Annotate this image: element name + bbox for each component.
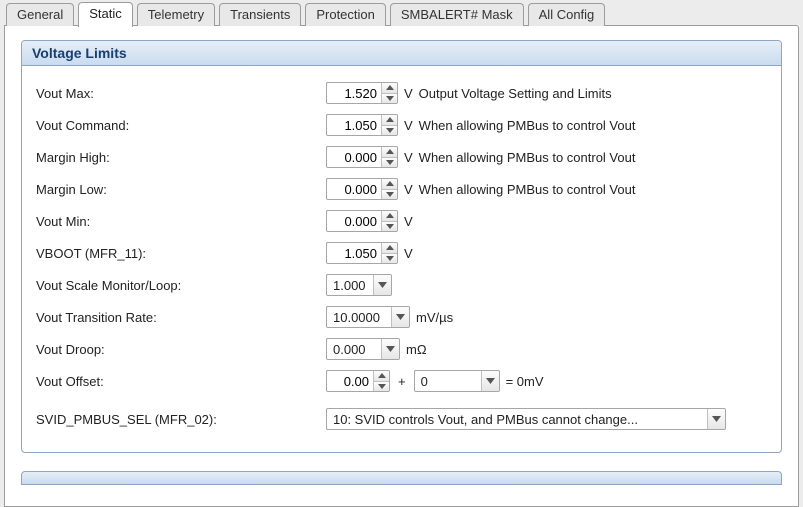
vout-min-unit: V	[404, 214, 413, 229]
margin-low-desc: When allowing PMBus to control Vout	[419, 182, 636, 197]
vboot-input[interactable]	[327, 243, 381, 263]
row-vout-command: Vout Command: V When allowing PMBus to c…	[36, 110, 767, 140]
label-transition-rate: Vout Transition Rate:	[36, 310, 326, 325]
tab-all-config[interactable]: All Config	[528, 3, 606, 26]
vout-command-input[interactable]	[327, 115, 381, 135]
vboot-down[interactable]	[382, 254, 397, 264]
offset-plus: +	[396, 374, 408, 389]
vout-command-unit: V	[404, 118, 413, 133]
tabstrip: General Static Telemetry Transients Prot…	[0, 0, 803, 26]
offset-a-down[interactable]	[374, 382, 389, 392]
offset-a-up[interactable]	[374, 371, 389, 382]
margin-low-up[interactable]	[382, 179, 397, 190]
tab-telemetry[interactable]: Telemetry	[137, 3, 215, 26]
label-margin-low: Margin Low:	[36, 182, 326, 197]
margin-high-up[interactable]	[382, 147, 397, 158]
vout-min-down[interactable]	[382, 222, 397, 232]
offset-b-dropdown-btn[interactable]	[481, 371, 499, 391]
label-vout-command: Vout Command:	[36, 118, 326, 133]
label-margin-high: Margin High:	[36, 150, 326, 165]
label-vboot: VBOOT (MFR_11):	[36, 246, 326, 261]
droop-value: 0.000	[327, 339, 381, 359]
margin-high-input[interactable]	[327, 147, 381, 167]
trate-value: 10.0000	[327, 307, 391, 327]
margin-low-input[interactable]	[327, 179, 381, 199]
group-title: Voltage Limits	[22, 41, 781, 66]
tab-smbalert-mask[interactable]: SMBALERT# Mask	[390, 3, 524, 26]
row-svid: SVID_PMBUS_SEL (MFR_02): 10: SVID contro…	[36, 404, 767, 434]
vboot-stepper[interactable]	[326, 242, 398, 264]
row-margin-high: Margin High: V When allowing PMBus to co…	[36, 142, 767, 172]
margin-low-unit: V	[404, 182, 413, 197]
tab-protection[interactable]: Protection	[305, 3, 386, 26]
group-body: Vout Max: V Output Voltage Setting and L…	[22, 66, 781, 452]
vboot-up[interactable]	[382, 243, 397, 254]
offset-a-stepper[interactable]	[326, 370, 390, 392]
row-scale: Vout Scale Monitor/Loop: 1.000	[36, 270, 767, 300]
vout-max-input[interactable]	[327, 83, 381, 103]
row-vout-min: Vout Min: V	[36, 206, 767, 236]
vout-command-desc: When allowing PMBus to control Vout	[419, 118, 636, 133]
row-droop: Vout Droop: 0.000 mΩ	[36, 334, 767, 364]
margin-high-down[interactable]	[382, 158, 397, 168]
vboot-unit: V	[404, 246, 413, 261]
vout-min-stepper[interactable]	[326, 210, 398, 232]
svid-dropdown-btn[interactable]	[707, 409, 725, 429]
label-droop: Vout Droop:	[36, 342, 326, 357]
trate-dropdown-btn[interactable]	[391, 307, 409, 327]
label-vout-max: Vout Max:	[36, 86, 326, 101]
vout-min-up[interactable]	[382, 211, 397, 222]
droop-dropdown[interactable]: 0.000	[326, 338, 400, 360]
vout-max-down[interactable]	[382, 94, 397, 104]
next-group-peek	[21, 471, 782, 485]
label-offset: Vout Offset:	[36, 374, 326, 389]
svid-dropdown[interactable]: 10: SVID controls Vout, and PMBus cannot…	[326, 408, 726, 430]
voltage-limits-group: Voltage Limits Vout Max: V	[21, 40, 782, 453]
row-margin-low: Margin Low: V When allowing PMBus to con…	[36, 174, 767, 204]
scale-value: 1.000	[327, 275, 373, 295]
label-vout-min: Vout Min:	[36, 214, 326, 229]
margin-low-stepper[interactable]	[326, 178, 398, 200]
vout-command-down[interactable]	[382, 126, 397, 136]
row-offset: Vout Offset: + 0	[36, 366, 767, 396]
offset-a-input[interactable]	[327, 371, 373, 391]
trate-dropdown[interactable]: 10.0000	[326, 306, 410, 328]
offset-b-value: 0	[415, 371, 481, 391]
droop-dropdown-btn[interactable]	[381, 339, 399, 359]
vout-max-up[interactable]	[382, 83, 397, 94]
tab-transients[interactable]: Transients	[219, 3, 301, 26]
tab-static[interactable]: Static	[78, 2, 133, 27]
vout-max-stepper[interactable]	[326, 82, 398, 104]
vout-min-input[interactable]	[327, 211, 381, 231]
tabpage-static: Voltage Limits Vout Max: V	[4, 25, 799, 507]
row-vboot: VBOOT (MFR_11): V	[36, 238, 767, 268]
droop-unit: mΩ	[406, 342, 427, 357]
row-transition-rate: Vout Transition Rate: 10.0000 mV/µs	[36, 302, 767, 332]
label-scale: Vout Scale Monitor/Loop:	[36, 278, 326, 293]
scale-dropdown[interactable]: 1.000	[326, 274, 392, 296]
row-vout-max: Vout Max: V Output Voltage Setting and L…	[36, 78, 767, 108]
vout-max-desc: Output Voltage Setting and Limits	[419, 86, 612, 101]
tab-general[interactable]: General	[6, 3, 74, 26]
vout-command-stepper[interactable]	[326, 114, 398, 136]
scale-dropdown-btn[interactable]	[373, 275, 391, 295]
label-svid: SVID_PMBUS_SEL (MFR_02):	[36, 412, 326, 427]
offset-result: = 0mV	[506, 374, 544, 389]
margin-low-down[interactable]	[382, 190, 397, 200]
vout-max-unit: V	[404, 86, 413, 101]
margin-high-desc: When allowing PMBus to control Vout	[419, 150, 636, 165]
svid-value: 10: SVID controls Vout, and PMBus cannot…	[327, 409, 707, 429]
offset-b-dropdown[interactable]: 0	[414, 370, 500, 392]
trate-unit: mV/µs	[416, 310, 453, 325]
margin-high-unit: V	[404, 150, 413, 165]
vout-command-up[interactable]	[382, 115, 397, 126]
margin-high-stepper[interactable]	[326, 146, 398, 168]
config-window: General Static Telemetry Transients Prot…	[0, 0, 803, 507]
